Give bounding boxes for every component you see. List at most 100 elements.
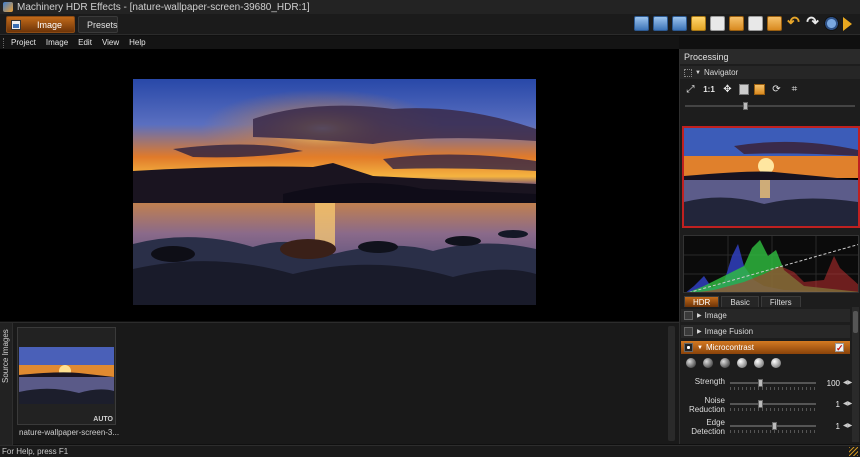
collapse-arrow-icon: ▼ [695, 69, 701, 76]
menu-help[interactable]: Help [129, 38, 145, 47]
microcontrast-section-icon [684, 343, 693, 352]
microcontrast-enable-checkbox[interactable]: ✓ [835, 343, 844, 353]
source-images-tab-label: Source Images [1, 329, 10, 383]
collapse-arrow-icon: ▼ [697, 344, 703, 351]
edge-value: 1 [835, 422, 840, 431]
navigator-label: Navigator [703, 68, 739, 77]
save-icon[interactable] [653, 16, 668, 31]
section-microcontrast[interactable]: ▼ Microcontrast ✓ [681, 341, 850, 354]
preset-dot[interactable] [720, 358, 730, 368]
preset-dot[interactable] [771, 358, 781, 368]
menu-project[interactable]: Project [11, 38, 36, 47]
navigator-header[interactable]: ▼ Navigator [680, 66, 860, 79]
undo-icon[interactable]: ↶ [786, 15, 801, 31]
menu-bar: Project Image Edit View Help [0, 36, 679, 49]
window-title: Machinery HDR Effects - [nature-wallpape… [17, 1, 310, 13]
section-image-fusion[interactable]: ▶ Image Fusion [681, 325, 850, 338]
presets-mode-button[interactable]: Presets [78, 16, 118, 33]
zoom-slider[interactable] [685, 102, 855, 110]
thumbnail-image [19, 347, 114, 404]
noise-spin-icon[interactable]: ◀▶ [843, 400, 852, 407]
redo-icon[interactable]: ↷ [805, 15, 820, 31]
noise-ticks [730, 408, 816, 411]
panel-scroll-thumb[interactable] [853, 311, 858, 333]
edge-knob[interactable] [771, 422, 777, 430]
image-mode-label: Image [37, 19, 63, 30]
crop-icon[interactable]: ⌗ [788, 83, 801, 96]
strength-ticks [730, 387, 816, 390]
preview-icon[interactable] [754, 84, 765, 95]
edge-label-line2: Detection [691, 427, 725, 436]
preset-dot[interactable] [737, 358, 747, 368]
document-icon[interactable] [710, 16, 725, 31]
preset-dot[interactable] [703, 358, 713, 368]
fusion-section-icon [684, 327, 693, 336]
image-icon [11, 19, 21, 30]
edge-ticks [730, 430, 816, 433]
histogram-graph [684, 236, 858, 292]
batch-icon[interactable] [767, 16, 782, 31]
section-image[interactable]: ▶ Image [681, 309, 850, 322]
auto-badge: AUTO [93, 416, 113, 423]
fit-screen-icon[interactable]: ⤢ [684, 83, 697, 96]
resize-grip-icon[interactable] [849, 447, 858, 456]
move-icon [684, 68, 692, 77]
pan-icon[interactable]: ✥ [721, 83, 734, 96]
tab-filters[interactable]: Filters [760, 296, 801, 307]
menu-image[interactable]: Image [46, 38, 68, 47]
processing-tabs: HDR Basic Filters [680, 295, 860, 307]
save-as-icon[interactable] [672, 16, 687, 31]
sources-scrollbar[interactable] [668, 326, 675, 441]
menu-edit[interactable]: Edit [78, 38, 92, 47]
tab-hdr[interactable]: HDR [684, 296, 720, 307]
strength-value: 100 [826, 379, 840, 388]
strength-slider-row: Strength 100 ◀▶ [680, 377, 852, 395]
tab-basic[interactable]: Basic [721, 296, 759, 307]
main-photo[interactable] [133, 79, 536, 305]
source-images-tab[interactable]: Source Images [0, 323, 13, 445]
export-icon[interactable] [729, 16, 744, 31]
refresh-icon[interactable] [824, 16, 839, 31]
monitor-icon[interactable] [634, 16, 649, 31]
upload-icon[interactable] [748, 16, 763, 31]
compare-icon[interactable] [739, 84, 749, 95]
strength-track[interactable] [730, 382, 816, 384]
noise-label-line1: Noise [704, 396, 725, 405]
histogram [683, 235, 859, 293]
sunset-photo [133, 79, 536, 305]
edge-spin-icon[interactable]: ◀▶ [843, 422, 852, 429]
zoom-slider-knob[interactable] [743, 102, 748, 110]
menu-view[interactable]: View [102, 38, 119, 47]
image-canvas[interactable] [0, 49, 679, 321]
status-text: For Help, press F1 [2, 447, 69, 456]
section-microcontrast-label: Microcontrast [705, 343, 754, 352]
noise-reduction-slider-row: Noise Reduction 1 ◀▶ [680, 396, 852, 414]
strength-knob[interactable] [757, 379, 763, 387]
noise-knob[interactable] [757, 400, 763, 408]
edge-label-line1: Edge [706, 418, 725, 427]
noise-track[interactable] [730, 403, 816, 405]
panel-scrollbar[interactable] [852, 307, 859, 442]
preset-dot[interactable] [754, 358, 764, 368]
image-mode-button[interactable]: Image [6, 16, 75, 33]
open-folder-icon[interactable] [691, 16, 706, 31]
title-bar: Machinery HDR Effects - [nature-wallpape… [0, 0, 860, 14]
status-bar: For Help, press F1 [0, 445, 860, 457]
noise-label-line2: Reduction [688, 405, 725, 414]
thumbnail-sunset [19, 347, 114, 404]
image-section-icon [684, 311, 693, 320]
source-thumbnail[interactable]: AUTO [17, 327, 116, 425]
section-image-fusion-label: Image Fusion [704, 327, 754, 336]
expand-arrow-icon: ▶ [697, 329, 702, 335]
menu-grip [3, 37, 7, 48]
app-logo-icon [3, 2, 13, 12]
strength-spin-icon[interactable]: ◀▶ [843, 379, 852, 386]
navigator-preview-image [684, 128, 858, 226]
zoom-1-1-button[interactable]: 1:1 [702, 83, 716, 96]
preset-dot[interactable] [686, 358, 696, 368]
section-image-label: Image [704, 311, 727, 320]
navigator-preview[interactable] [682, 126, 860, 228]
rotate-icon[interactable]: ⟳ [770, 83, 783, 96]
play-icon[interactable] [843, 17, 852, 31]
toolbar: Image Presets ↶ ↷ [0, 14, 860, 35]
